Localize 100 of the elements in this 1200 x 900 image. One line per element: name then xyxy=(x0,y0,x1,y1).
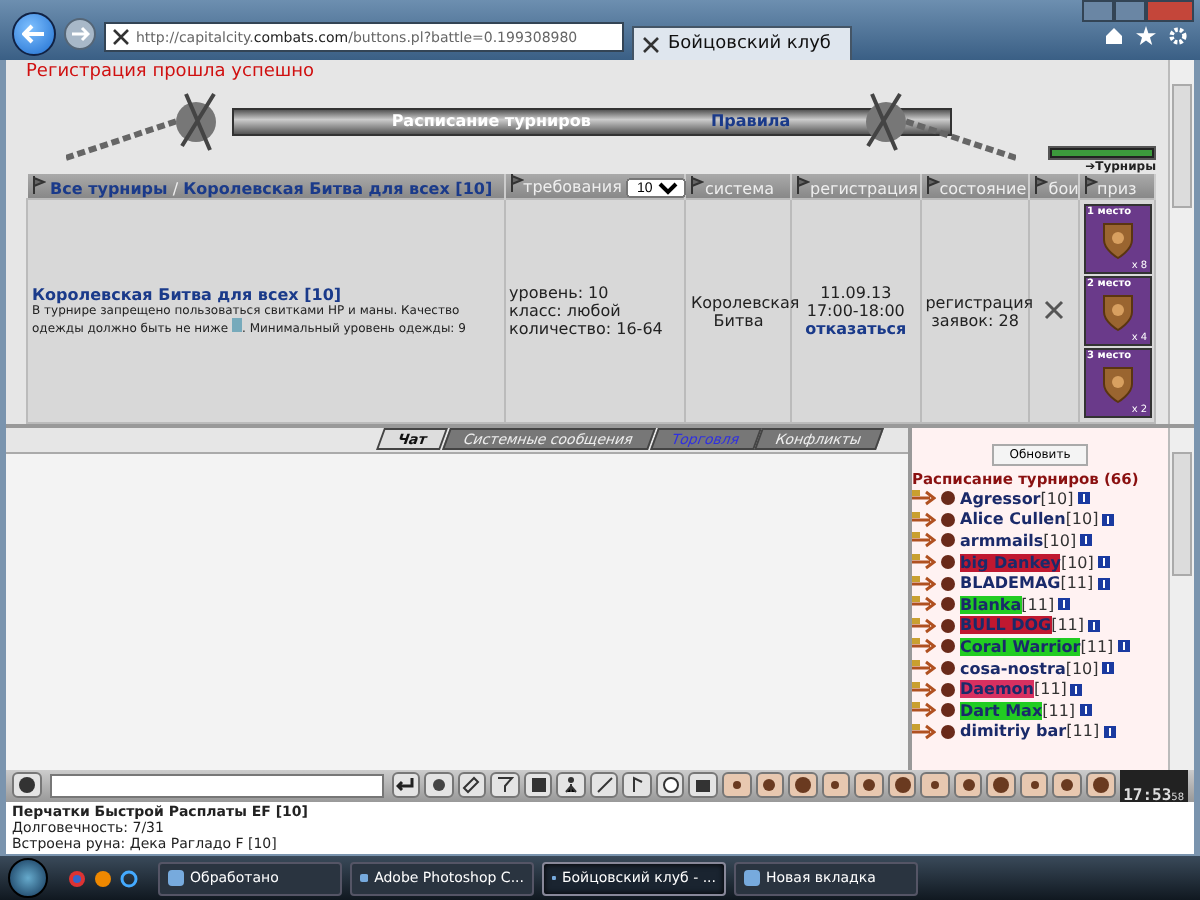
player-level: [11] xyxy=(1034,680,1067,699)
info-icon[interactable] xyxy=(1070,683,1083,696)
system-text: Королевская Битва xyxy=(690,293,800,329)
tool-button[interactable] xyxy=(589,772,619,799)
info-icon[interactable] xyxy=(1079,704,1092,717)
send-button[interactable] xyxy=(391,772,421,799)
crossed-swords-icon[interactable] xyxy=(1043,299,1064,319)
player-level: [10] xyxy=(1040,489,1074,508)
requirement-text: уровень: 10 xyxy=(509,284,611,302)
player-name[interactable]: armmails xyxy=(960,531,1044,550)
tool-button[interactable] xyxy=(490,772,520,799)
player-level: [11] xyxy=(1080,637,1114,656)
info-icon[interactable] xyxy=(1102,513,1115,526)
info-icon[interactable] xyxy=(1097,577,1110,590)
player-name[interactable]: dimitriy bar xyxy=(960,722,1067,741)
tool-button[interactable] xyxy=(688,772,719,799)
circle-icon xyxy=(826,776,845,795)
status-text: заявок: 28 xyxy=(931,311,1019,329)
pennant-icon xyxy=(509,174,524,192)
pennant-icon xyxy=(690,175,705,193)
shield-icon xyxy=(1099,291,1136,331)
arrow-icon[interactable] xyxy=(912,638,936,655)
scrollbar[interactable] xyxy=(1168,428,1194,770)
tournament-title[interactable]: Королевская Битва для всех [10] xyxy=(32,286,500,304)
circle-icon xyxy=(859,776,878,795)
player-name[interactable]: Blanka xyxy=(960,595,1022,614)
info-icon[interactable] xyxy=(1080,534,1093,547)
column-header: бои xyxy=(1048,179,1079,197)
tool-button[interactable] xyxy=(887,772,917,799)
tool-button[interactable] xyxy=(1052,772,1083,799)
arrow-icon[interactable] xyxy=(912,702,936,719)
star-icon[interactable] xyxy=(1136,26,1156,46)
info-icon[interactable] xyxy=(1077,492,1090,505)
tool-button[interactable] xyxy=(457,772,487,799)
tool-button[interactable] xyxy=(622,772,652,799)
forward-button[interactable] xyxy=(64,18,96,50)
tool-button[interactable] xyxy=(12,772,42,799)
player-name[interactable]: cosa-nostra xyxy=(960,659,1066,678)
app-icon xyxy=(168,870,184,886)
player-level: [11] xyxy=(1066,722,1100,741)
info-icon[interactable] xyxy=(1102,662,1115,675)
tool-button[interactable] xyxy=(986,772,1016,799)
column-header: состояние xyxy=(939,179,1027,197)
tool-button[interactable] xyxy=(821,772,851,799)
browser-tab[interactable]: Бойцовский клуб xyxy=(632,26,852,60)
scrollbar[interactable] xyxy=(1168,60,1194,424)
arrow-icon[interactable] xyxy=(912,575,936,592)
arrow-icon[interactable] xyxy=(912,554,936,571)
info-icon[interactable] xyxy=(1058,598,1071,611)
tool-button[interactable] xyxy=(655,772,685,799)
pennant-icon xyxy=(796,175,811,193)
requirement-text: количество: 16-64 xyxy=(509,320,665,338)
tool-button[interactable] xyxy=(920,772,950,799)
player-name[interactable]: Agressor xyxy=(960,489,1041,508)
arrow-icon[interactable] xyxy=(912,617,936,634)
info-icon[interactable] xyxy=(1117,640,1130,653)
tool-button[interactable] xyxy=(788,772,818,799)
tool-button[interactable] xyxy=(556,772,586,799)
arrow-icon[interactable] xyxy=(912,681,936,698)
player-name[interactable]: Dart Max xyxy=(960,701,1043,720)
arrow-icon[interactable] xyxy=(912,660,936,677)
tool-button[interactable] xyxy=(953,772,983,799)
energy-meter xyxy=(1048,146,1156,160)
pennant-icon xyxy=(1083,175,1098,193)
tool-button[interactable] xyxy=(1019,772,1049,799)
registration-time: 11.09.13 17:00-18:00 xyxy=(804,284,907,320)
player-level: [10] xyxy=(1060,553,1094,572)
arrow-icon[interactable] xyxy=(912,490,936,507)
back-button[interactable] xyxy=(12,12,56,56)
tool-button[interactable] xyxy=(523,772,553,799)
cancel-link[interactable]: отказаться xyxy=(805,320,907,338)
crossed-swords-icon xyxy=(642,35,660,53)
tool-button[interactable] xyxy=(854,772,884,799)
player-name[interactable]: BLADEMAG xyxy=(960,574,1061,593)
banner-title: Расписание турниров xyxy=(391,112,591,130)
item-icon xyxy=(232,318,242,332)
rules-link[interactable]: Правила xyxy=(710,112,791,130)
tool-button[interactable] xyxy=(1086,772,1116,799)
info-icon[interactable] xyxy=(1097,556,1110,569)
pennant-icon xyxy=(925,175,940,193)
start-button[interactable] xyxy=(8,858,48,898)
player-name[interactable]: Alice Cullen xyxy=(960,510,1066,529)
column-header: требования xyxy=(523,178,622,196)
pennant-icon xyxy=(1034,175,1049,193)
settings-icon[interactable] xyxy=(1168,26,1188,46)
home-icon[interactable] xyxy=(1104,26,1124,46)
info-icon[interactable] xyxy=(1088,619,1101,632)
arrow-icon[interactable] xyxy=(912,532,936,549)
tool-button[interactable] xyxy=(722,772,752,799)
arrow-icon[interactable] xyxy=(912,723,936,740)
circle-icon xyxy=(793,776,812,795)
player-level: [10] xyxy=(1043,531,1077,550)
arrow-icon[interactable] xyxy=(912,596,936,613)
tool-button[interactable] xyxy=(755,772,785,799)
window-controls[interactable] xyxy=(1082,0,1194,18)
shield-icon xyxy=(1099,219,1136,259)
chat-input-field[interactable] xyxy=(49,773,384,798)
arrow-icon[interactable] xyxy=(912,511,936,528)
info-icon[interactable] xyxy=(1103,725,1116,738)
tool-button[interactable] xyxy=(424,772,454,799)
